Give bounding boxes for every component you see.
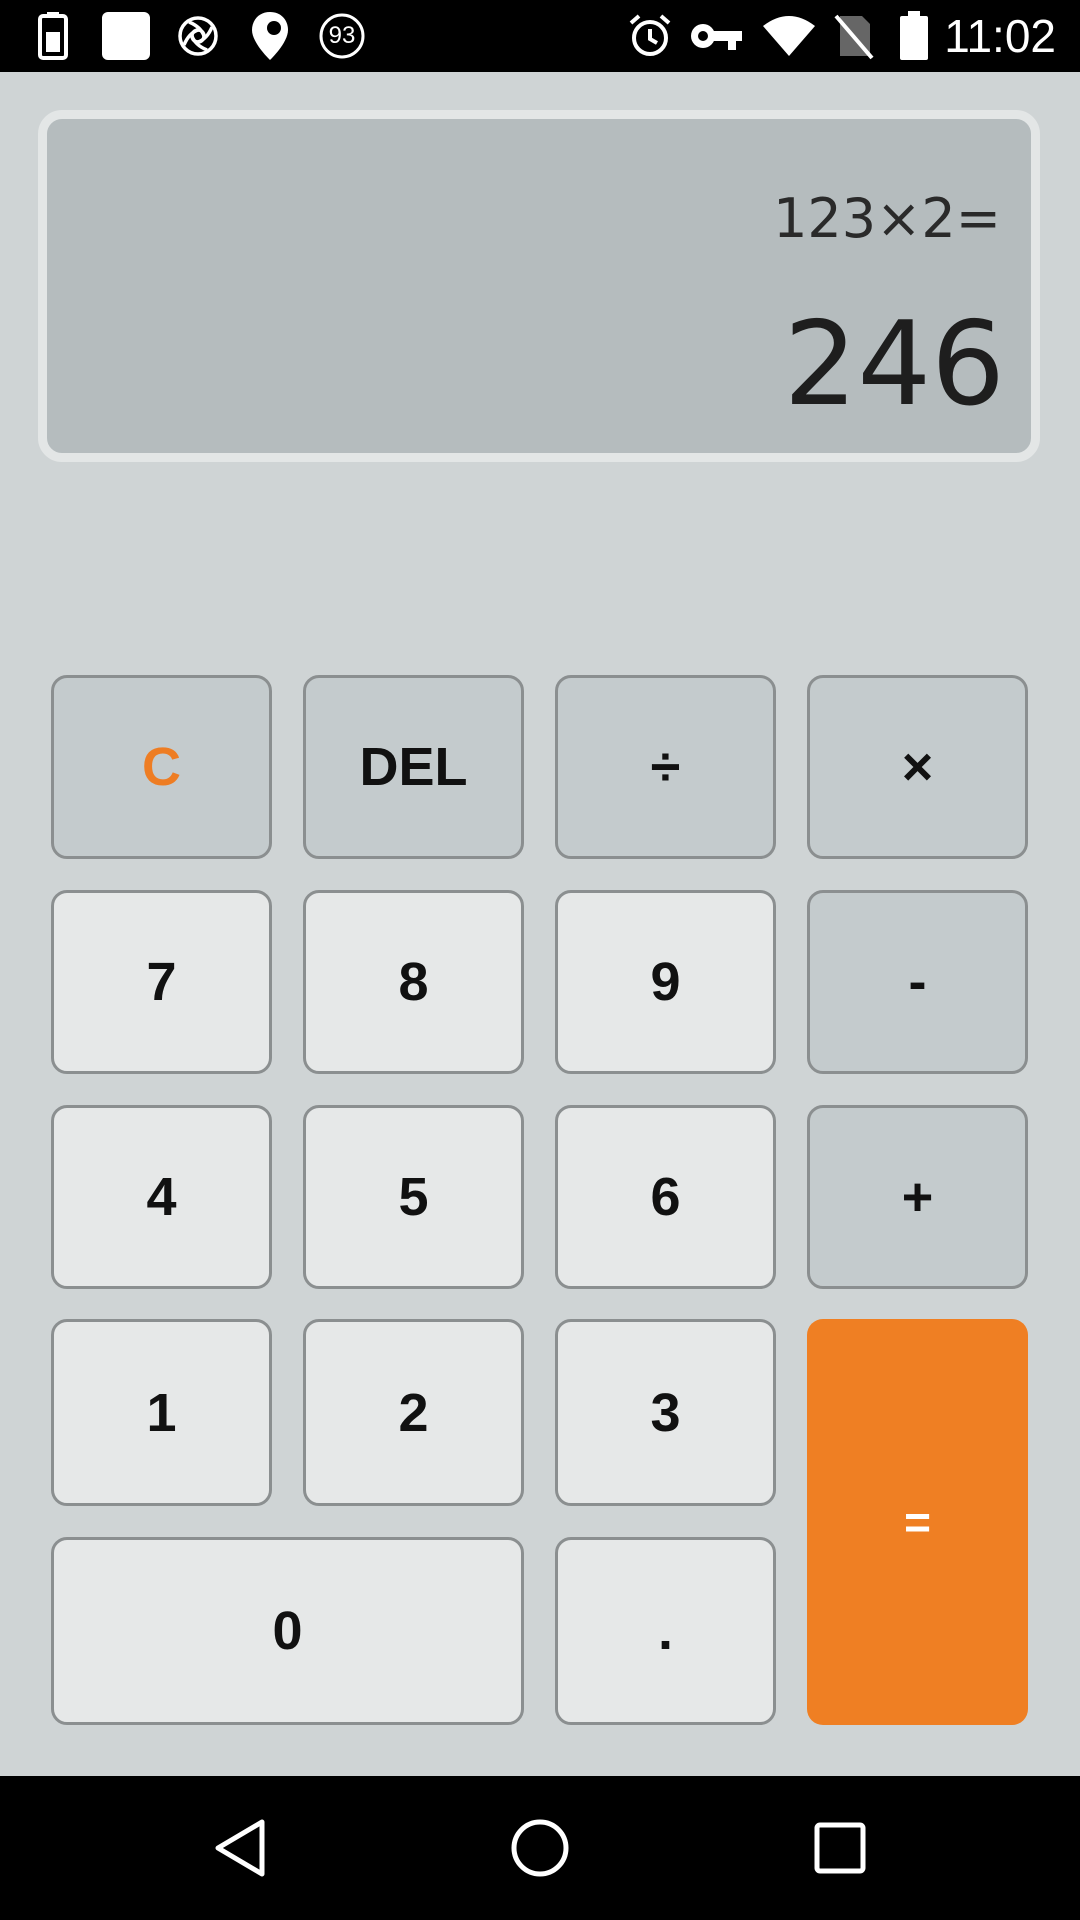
back-button[interactable] bbox=[168, 1776, 312, 1920]
digit-4-button[interactable]: 4 bbox=[51, 1105, 272, 1289]
location-pin-icon bbox=[248, 0, 292, 72]
result-text: 246 bbox=[783, 297, 1005, 432]
status-bar: 93 11:02 bbox=[0, 0, 1080, 72]
calculator-display: 123×2= 246 bbox=[38, 110, 1040, 462]
digit-9-button[interactable]: 9 bbox=[555, 890, 776, 1074]
status-time: 11:02 bbox=[944, 10, 1056, 62]
clear-button[interactable]: C bbox=[51, 675, 272, 859]
home-button[interactable] bbox=[468, 1776, 612, 1920]
digit-0-button[interactable]: 0 bbox=[51, 1537, 524, 1725]
digit-1-button[interactable]: 1 bbox=[51, 1319, 272, 1506]
expression-text: 123×2= bbox=[773, 187, 1001, 250]
digit-7-button[interactable]: 7 bbox=[51, 890, 272, 1074]
digit-2-button[interactable]: 2 bbox=[303, 1319, 524, 1506]
equals-button[interactable]: = bbox=[807, 1319, 1028, 1725]
digit-5-button[interactable]: 5 bbox=[303, 1105, 524, 1289]
decimal-button[interactable]: . bbox=[555, 1537, 776, 1725]
alarm-icon bbox=[626, 0, 674, 72]
recents-button[interactable] bbox=[768, 1776, 912, 1920]
vpn-key-icon bbox=[690, 0, 744, 72]
app-square-icon bbox=[100, 0, 152, 72]
battery-saver-icon bbox=[36, 0, 70, 72]
digit-3-button[interactable]: 3 bbox=[555, 1319, 776, 1506]
battery-icon bbox=[898, 0, 930, 72]
digit-8-button[interactable]: 8 bbox=[303, 890, 524, 1074]
notification-count-icon: 93 bbox=[316, 0, 368, 72]
no-sim-icon bbox=[832, 0, 876, 72]
navigation-bar bbox=[0, 1776, 1080, 1920]
divide-button[interactable]: ÷ bbox=[555, 675, 776, 859]
recents-icon bbox=[814, 1822, 866, 1874]
multiply-button[interactable]: × bbox=[807, 675, 1028, 859]
spiral-icon bbox=[174, 0, 222, 72]
digit-6-button[interactable]: 6 bbox=[555, 1105, 776, 1289]
notification-count: 93 bbox=[328, 22, 356, 49]
delete-button[interactable]: DEL bbox=[303, 675, 524, 859]
subtract-button[interactable]: - bbox=[807, 890, 1028, 1074]
home-icon bbox=[511, 1819, 569, 1877]
add-button[interactable]: + bbox=[807, 1105, 1028, 1289]
wifi-icon bbox=[760, 0, 818, 72]
back-icon bbox=[215, 1819, 265, 1877]
